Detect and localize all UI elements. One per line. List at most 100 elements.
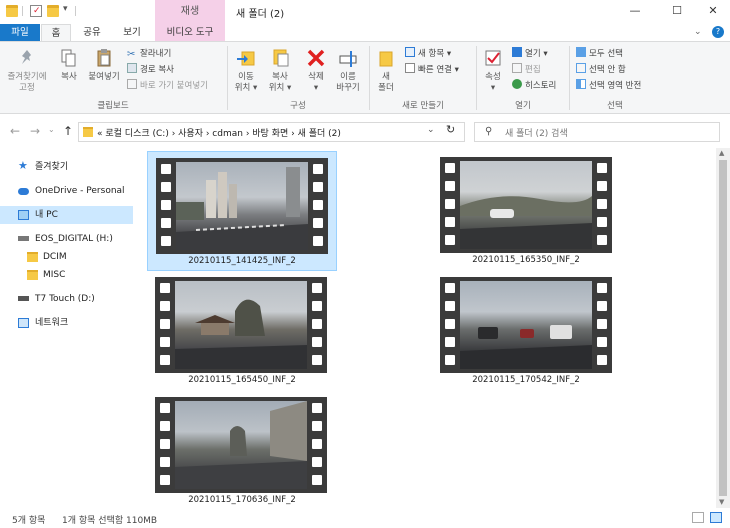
open-icon bbox=[512, 47, 522, 57]
paste-shortcut-label: 바로 가기 붙여넣기 bbox=[140, 81, 208, 91]
file-name: 20210115_165450_INF_2 bbox=[188, 375, 296, 385]
rename-button[interactable]: 이름 바꾸기 bbox=[332, 48, 364, 94]
copy-to-label: 복사 위치 ▾ bbox=[268, 72, 292, 93]
tab-share[interactable]: 공유 bbox=[74, 24, 110, 42]
properties-quick-icon[interactable]: ✓ bbox=[30, 5, 42, 17]
ribbon: 즐겨찾기에 고정 복사 붙여넣기 ✂ 잘라내기 경로 복사 바로 가기 붙여넣기 bbox=[0, 41, 730, 114]
nav-item-eos-digital[interactable]: EOS_DIGITAL (H:) bbox=[0, 230, 133, 248]
copy-to-button[interactable]: 복사 위치 ▾ bbox=[264, 48, 296, 94]
up-arrow-icon[interactable]: ↑ bbox=[63, 124, 73, 138]
new-item-button[interactable]: 새 항목 ▾ bbox=[405, 47, 451, 59]
help-icon[interactable]: ? bbox=[712, 26, 724, 38]
details-view-icon[interactable] bbox=[692, 512, 704, 523]
large-icons-view-icon[interactable] bbox=[710, 512, 722, 523]
recent-chevron-icon[interactable]: ⌄ bbox=[48, 125, 55, 134]
path-icon bbox=[127, 63, 137, 73]
paste-button[interactable]: 붙여넣기 bbox=[86, 48, 122, 83]
scroll-up-icon[interactable]: ▲ bbox=[719, 149, 724, 157]
video-thumbnail bbox=[155, 277, 327, 373]
copy-button[interactable]: 복사 bbox=[55, 48, 83, 83]
select-none-button[interactable]: 선택 안 함 bbox=[576, 63, 626, 75]
close-button[interactable]: ✕ bbox=[702, 3, 724, 19]
search-icon: ⚲ bbox=[485, 126, 493, 137]
nav-item-favorites[interactable]: ★ 즐겨찾기 bbox=[0, 158, 133, 176]
nav-label: T7 Touch (D:) bbox=[35, 294, 95, 304]
move-to-label: 이동 위치 ▾ bbox=[234, 72, 258, 93]
edit-label: 편집 bbox=[525, 65, 541, 75]
vertical-scrollbar[interactable]: ▲ ▼ bbox=[716, 148, 730, 508]
select-all-button[interactable]: 모두 선택 bbox=[576, 47, 623, 59]
nav-item-onedrive[interactable]: OneDrive - Personal bbox=[0, 182, 133, 200]
clipboard-group-label: 클립보드 bbox=[97, 101, 129, 111]
file-item[interactable]: 20210115_170542_INF_2 bbox=[431, 271, 621, 391]
nav-item-this-pc[interactable]: 내 PC bbox=[0, 206, 133, 224]
collapse-ribbon-icon[interactable]: ⌄ bbox=[694, 27, 702, 37]
video-thumbnail bbox=[440, 277, 612, 373]
easy-access-icon bbox=[405, 63, 415, 73]
pin-icon bbox=[22, 50, 31, 64]
pin-to-quick-access-button[interactable]: 즐겨찾기에 고정 bbox=[2, 48, 52, 94]
search-input[interactable]: ⚲ 새 폴더 (2) 검색 bbox=[474, 122, 720, 142]
new-item-label: 새 항목 ▾ bbox=[418, 49, 452, 59]
new-folder-quick-icon[interactable] bbox=[47, 5, 59, 17]
new-folder-label: 새 폴더 bbox=[378, 72, 394, 93]
file-item[interactable]: 20210115_170636_INF_2 bbox=[147, 391, 337, 511]
file-list: 20210115_141425_INF_2 20210115_165350_IN… bbox=[134, 148, 716, 508]
copy-path-button[interactable]: 경로 복사 bbox=[127, 63, 174, 75]
select-all-label: 모두 선택 bbox=[589, 49, 623, 59]
easy-access-button[interactable]: 빠른 연결 ▾ bbox=[405, 63, 459, 75]
new-folder-button[interactable]: 새 폴더 bbox=[372, 48, 400, 94]
tab-home[interactable]: 홈 bbox=[41, 24, 71, 42]
maximize-button[interactable]: ☐ bbox=[666, 3, 688, 19]
file-name: 20210115_170636_INF_2 bbox=[188, 495, 296, 505]
folder-icon bbox=[83, 127, 93, 137]
nav-label: 내 PC bbox=[35, 210, 58, 220]
move-to-button[interactable]: 이동 위치 ▾ bbox=[230, 48, 262, 94]
scroll-down-icon[interactable]: ▼ bbox=[719, 498, 724, 506]
nav-item-misc[interactable]: MISC bbox=[0, 266, 133, 284]
move-to-icon bbox=[237, 51, 255, 66]
address-bar[interactable]: « 로컬 디스크 (C:) › 사용자 › cdman › 바탕 화면 › 새 … bbox=[78, 122, 465, 142]
context-tab-play[interactable]: 재생 bbox=[155, 0, 225, 24]
drive-icon bbox=[18, 296, 29, 301]
refresh-icon[interactable]: ↻ bbox=[446, 123, 455, 136]
minimize-button[interactable]: — bbox=[624, 3, 646, 19]
properties-icon bbox=[485, 50, 501, 66]
tab-video-tools[interactable]: 비디오 도구 bbox=[155, 24, 225, 42]
nav-label: EOS_DIGITAL (H:) bbox=[35, 234, 113, 244]
forward-arrow-icon[interactable]: → bbox=[30, 124, 40, 138]
edit-button[interactable]: 편집 bbox=[512, 63, 541, 75]
properties-button[interactable]: 속성 ▾ bbox=[479, 48, 507, 94]
scrollbar-thumb[interactable] bbox=[719, 160, 727, 496]
file-item[interactable]: 20210115_141425_INF_2 bbox=[147, 151, 337, 271]
copy-path-label: 경로 복사 bbox=[140, 65, 174, 75]
file-item[interactable]: 20210115_165350_INF_2 bbox=[431, 151, 621, 271]
paste-shortcut-button[interactable]: 바로 가기 붙여넣기 bbox=[127, 79, 208, 91]
back-arrow-icon[interactable]: ← bbox=[10, 124, 20, 138]
delete-button[interactable]: 삭제 ▾ bbox=[302, 48, 330, 94]
nav-item-dcim[interactable]: DCIM bbox=[0, 248, 133, 266]
window-title: 새 폴더 (2) bbox=[236, 9, 285, 20]
nav-item-network[interactable]: 네트워크 bbox=[0, 314, 133, 332]
open-button[interactable]: 열기 ▾ bbox=[512, 47, 548, 59]
pc-icon bbox=[18, 210, 29, 220]
file-item[interactable]: 20210115_165450_INF_2 bbox=[147, 271, 337, 391]
select-all-icon bbox=[576, 47, 586, 57]
customize-quick-access-icon[interactable]: ▾ bbox=[63, 4, 75, 16]
nav-item-t7-touch[interactable]: T7 Touch (D:) bbox=[0, 290, 133, 308]
breadcrumb[interactable]: « 로컬 디스크 (C:) › 사용자 › cdman › 바탕 화면 › 새 … bbox=[97, 126, 341, 139]
nav-label: MISC bbox=[43, 270, 66, 280]
tab-view[interactable]: 보기 bbox=[112, 24, 152, 42]
tab-file[interactable]: 파일 bbox=[0, 24, 40, 42]
pin-label: 즐겨찾기에 고정 bbox=[7, 72, 47, 93]
folder-icon bbox=[6, 5, 18, 17]
title-bar: ✓ ▾ 재생 새 폴더 (2) — ☐ ✕ bbox=[0, 0, 730, 24]
invert-selection-button[interactable]: 선택 영역 반전 bbox=[576, 79, 641, 91]
address-dropdown-icon[interactable]: ⌄ bbox=[427, 125, 435, 135]
shortcut-icon bbox=[127, 79, 137, 89]
item-count: 5개 항목 bbox=[12, 516, 46, 526]
cut-button[interactable]: ✂ 잘라내기 bbox=[127, 47, 171, 60]
file-name: 20210115_141425_INF_2 bbox=[188, 256, 296, 266]
nav-label: 즐겨찾기 bbox=[35, 162, 69, 172]
history-button[interactable]: 히스토리 bbox=[512, 79, 556, 91]
